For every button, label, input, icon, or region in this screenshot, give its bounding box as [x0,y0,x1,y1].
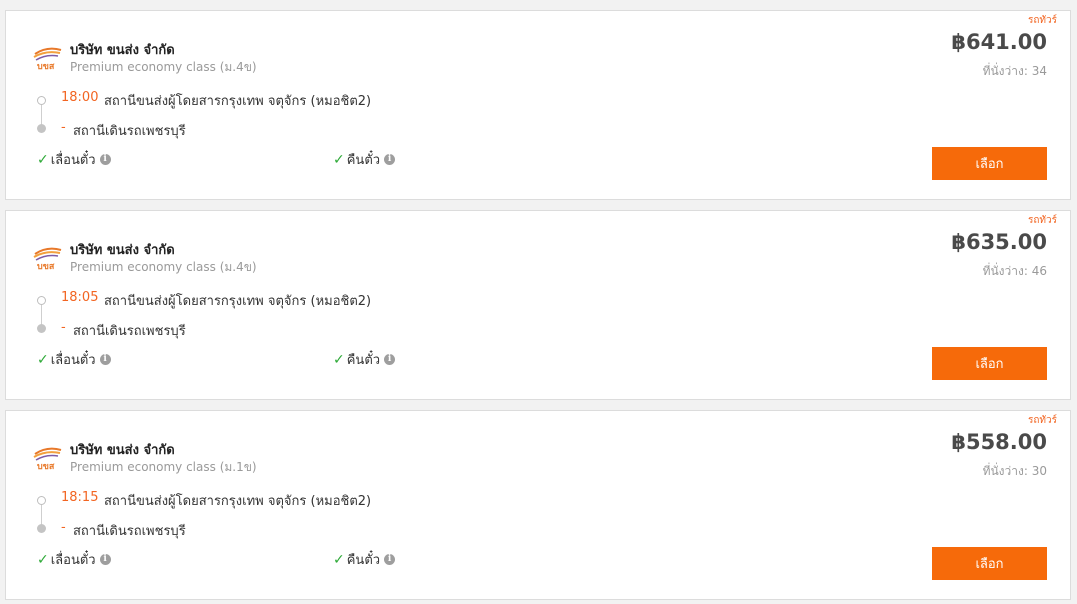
check-icon: ✓ [37,551,49,568]
feature-label: เลื่อนตั๋ว [50,353,96,368]
route-timeline [37,496,47,533]
vehicle-type-tag: รถทัวร์ [1027,415,1057,426]
departure-dot-icon [37,96,46,105]
ticket-price: ฿635.00 [951,230,1047,254]
feature-label: คืนตั๋ว [346,353,381,368]
arrival-dot-icon [37,124,46,133]
svg-text:บขส: บขส [37,462,55,470]
info-icon[interactable]: i [384,154,396,165]
arrival-station: สถานีเดินรถเพชรบุรี [73,324,186,339]
check-icon: ✓ [333,351,345,368]
route-line [41,305,42,325]
feature-reschedule: ✓ เลื่อนตั๋ว i [37,349,111,370]
feature-refund: ✓ คืนตั๋ว i [333,149,396,170]
ticket-price: ฿641.00 [951,30,1047,54]
departure-station: สถานีขนส่งผู้โดยสารกรุงเทพ จตุจักร (หมอช… [104,94,372,109]
info-icon[interactable]: i [99,554,111,565]
arrival-dot-icon [37,324,46,333]
feature-label: เลื่อนตั๋ว [50,553,96,568]
vehicle-type-tag: รถทัวร์ [1027,15,1057,26]
service-class: Premium economy class (ม.4ข) [70,260,257,274]
arrival-time: - [61,320,66,335]
seats-available: ที่นั่งว่าง: 30 [982,464,1047,478]
arrival-station: สถานีเดินรถเพชรบุรี [73,524,186,539]
select-button[interactable]: เลือก [932,547,1047,580]
select-button[interactable]: เลือก [932,347,1047,380]
route-timeline [37,96,47,133]
feature-label: เลื่อนตั๋ว [50,153,96,168]
bks-logo-icon: บขส [31,246,63,272]
route-line [41,505,42,525]
info-icon[interactable]: i [384,354,396,365]
departure-station: สถานีขนส่งผู้โดยสารกรุงเทพ จตุจักร (หมอช… [104,494,372,509]
check-icon: ✓ [333,551,345,568]
departure-dot-icon [37,296,46,305]
check-icon: ✓ [37,351,49,368]
seats-available: ที่นั่งว่าง: 34 [982,64,1047,78]
company-name: บริษัท ขนส่ง จำกัด [70,443,175,458]
bks-logo-icon: บขส [31,446,63,472]
arrival-time: - [61,520,66,535]
info-icon[interactable]: i [384,554,396,565]
info-icon[interactable]: i [99,154,111,165]
arrival-dot-icon [37,524,46,533]
ticket-price: ฿558.00 [951,430,1047,454]
feature-label: คืนตั๋ว [346,153,381,168]
departure-station: สถานีขนส่งผู้โดยสารกรุงเทพ จตุจักร (หมอช… [104,294,372,309]
feature-reschedule: ✓ เลื่อนตั๋ว i [37,149,111,170]
departure-time: 18:15 [61,490,99,505]
seats-available: ที่นั่งว่าง: 46 [982,264,1047,278]
feature-refund: ✓ คืนตั๋ว i [333,549,396,570]
check-icon: ✓ [37,151,49,168]
feature-refund: ✓ คืนตั๋ว i [333,349,396,370]
svg-text:บขส: บขส [37,62,55,70]
arrival-station: สถานีเดินรถเพชรบุรี [73,124,186,139]
departure-dot-icon [37,496,46,505]
info-icon[interactable]: i [99,354,111,365]
svg-text:บขส: บขส [37,262,55,270]
vehicle-type-tag: รถทัวร์ [1027,215,1057,226]
trip-results-list: รถทัวร์ บขส บริษัท ขนส่ง จำกัด Premium e… [0,0,1077,604]
feature-label: คืนตั๋ว [346,553,381,568]
select-button[interactable]: เลือก [932,147,1047,180]
arrival-time: - [61,120,66,135]
company-name: บริษัท ขนส่ง จำกัด [70,43,175,58]
departure-time: 18:00 [61,90,99,105]
route-timeline [37,296,47,333]
company-name: บริษัท ขนส่ง จำกัด [70,243,175,258]
check-icon: ✓ [333,151,345,168]
bks-logo-icon: บขส [31,46,63,72]
route-line [41,105,42,125]
trip-card: รถทัวร์ บขส บริษัท ขนส่ง จำกัด Premium e… [5,10,1071,200]
departure-time: 18:05 [61,290,99,305]
trip-card: รถทัวร์ บขส บริษัท ขนส่ง จำกัด Premium e… [5,210,1071,400]
trip-card: รถทัวร์ บขส บริษัท ขนส่ง จำกัด Premium e… [5,410,1071,600]
feature-reschedule: ✓ เลื่อนตั๋ว i [37,549,111,570]
service-class: Premium economy class (ม.1ข) [70,460,257,474]
service-class: Premium economy class (ม.4ข) [70,60,257,74]
